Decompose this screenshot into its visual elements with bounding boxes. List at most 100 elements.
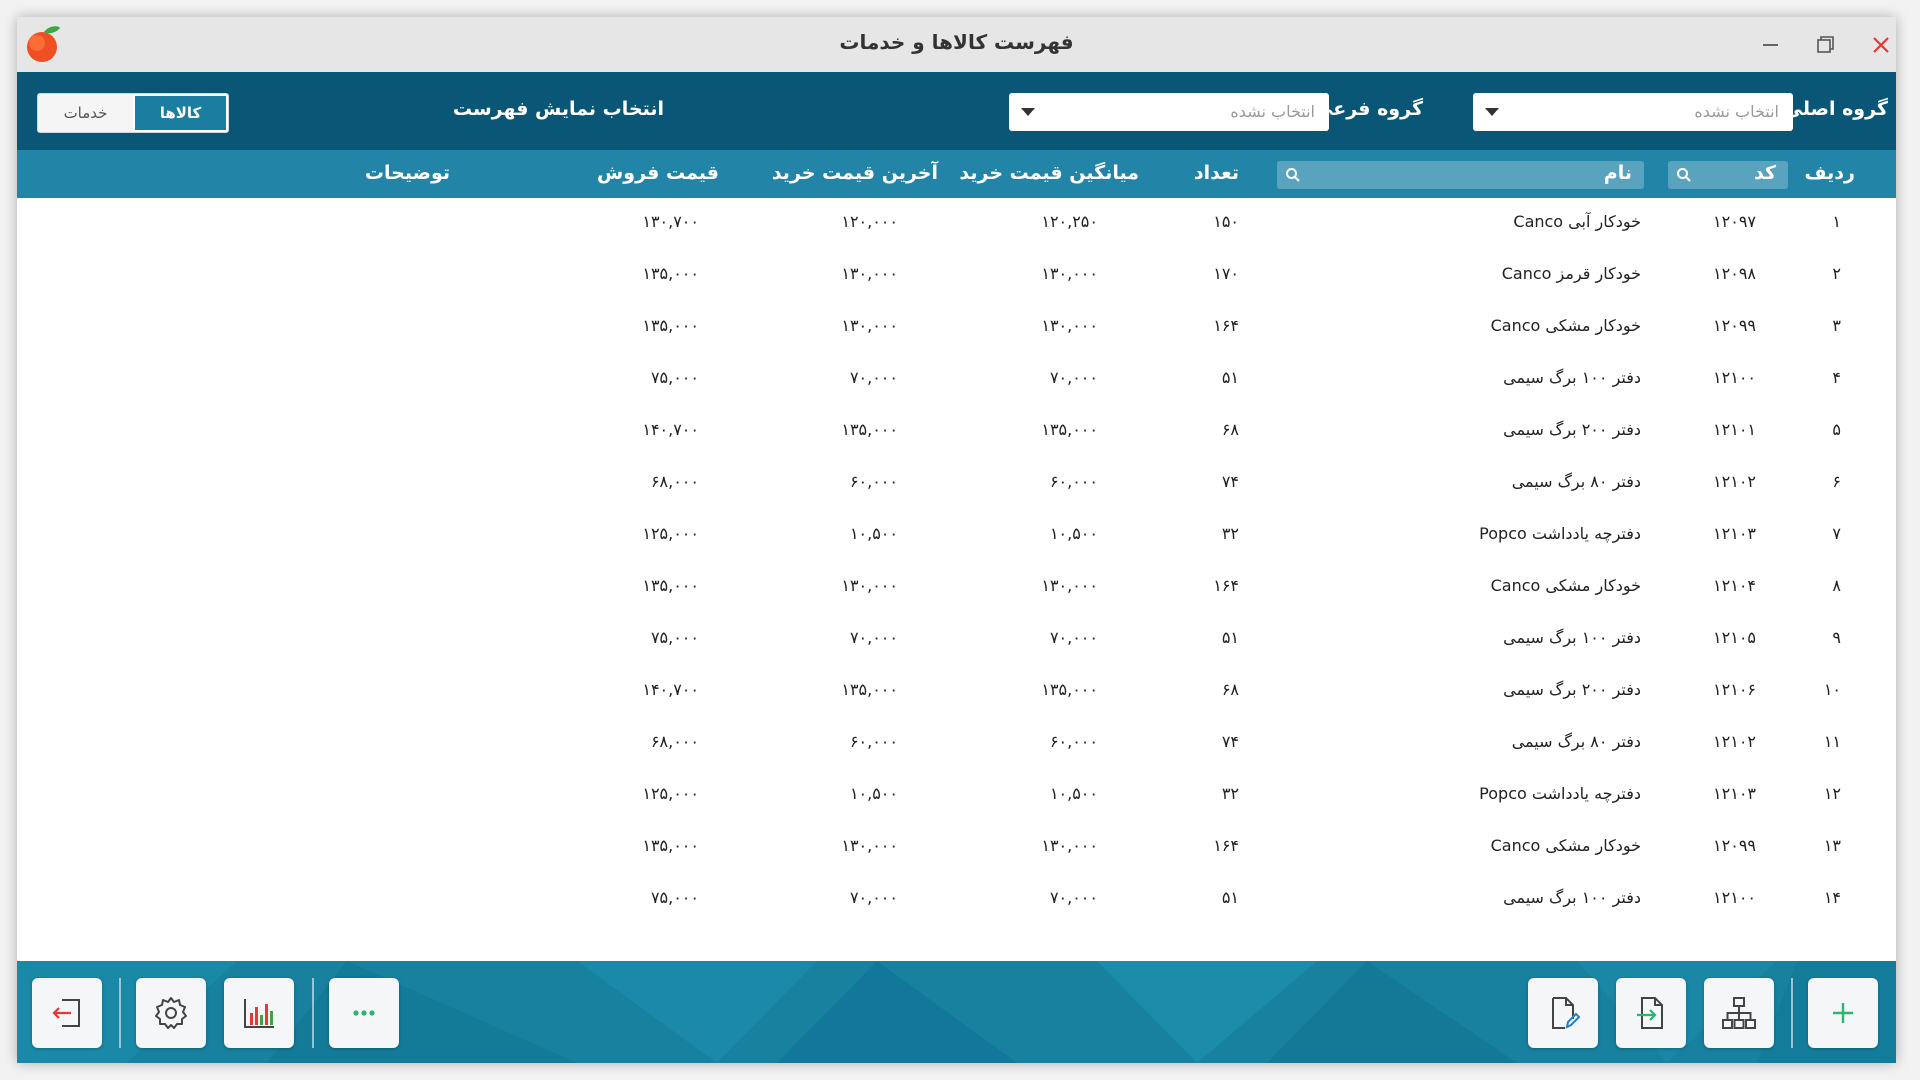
- restore-button[interactable]: [1807, 27, 1843, 63]
- search-icon: [1286, 168, 1300, 182]
- cell-code: ۱۲۱۰۰: [1713, 888, 1756, 907]
- cell-last-buy: ۶۰,۰۰۰: [849, 732, 898, 751]
- more-options-button[interactable]: [329, 978, 399, 1048]
- cell-name: خودکار قرمز Canco: [1501, 264, 1641, 283]
- cell-row: ۱۱: [1823, 732, 1841, 751]
- column-header-last-buy[interactable]: آخرین قیمت خرید: [772, 162, 938, 184]
- cell-sell: ۱۳۵,۰۰۰: [642, 576, 699, 595]
- cell-avg-buy: ۶۰,۰۰۰: [1049, 472, 1098, 491]
- search-icon: [1677, 168, 1691, 182]
- table-row[interactable]: ۷ ۱۲۱۰۳ دفترچه یادداشت Popco ۳۲ ۱۰,۵۰۰ ۱…: [17, 510, 1896, 562]
- column-header-code: کد: [1753, 162, 1776, 184]
- add-icon: [1833, 1003, 1853, 1023]
- table-header: ردیف کد نام تعداد میانگین قیمت خرید آخری…: [17, 150, 1896, 198]
- cell-avg-buy: ۱۳۰,۰۰۰: [1041, 264, 1098, 283]
- cell-sell: ۱۲۵,۰۰۰: [642, 524, 699, 543]
- window-title: فهرست کالاها و خدمات: [839, 30, 1074, 54]
- cell-avg-buy: ۶۰,۰۰۰: [1049, 732, 1098, 751]
- cell-avg-buy: ۱۳۵,۰۰۰: [1041, 420, 1098, 439]
- cell-avg-buy: ۱۳۰,۰۰۰: [1041, 316, 1098, 335]
- cell-name: دفترچه یادداشت Popco: [1479, 524, 1641, 543]
- code-search-box[interactable]: کد: [1668, 161, 1788, 189]
- cell-row: ۱۳: [1823, 836, 1841, 855]
- exit-button[interactable]: [32, 978, 102, 1048]
- cell-qty: ۱۶۴: [1213, 576, 1239, 595]
- cell-avg-buy: ۱۳۰,۰۰۰: [1041, 836, 1098, 855]
- table-row[interactable]: ۱۳ ۱۲۰۹۹ خودکار مشکی Canco ۱۶۴ ۱۳۰,۰۰۰ ۱…: [17, 822, 1896, 874]
- cell-avg-buy: ۷۰,۰۰۰: [1049, 368, 1098, 387]
- cell-row: ۲: [1832, 264, 1841, 283]
- cell-last-buy: ۱۰,۵۰۰: [849, 524, 898, 543]
- cell-code: ۱۲۱۰۰: [1713, 368, 1756, 387]
- cell-avg-buy: ۷۰,۰۰۰: [1049, 888, 1098, 907]
- cell-qty: ۶۸: [1221, 680, 1239, 699]
- cell-code: ۱۲۱۰۲: [1713, 472, 1756, 491]
- cell-code: ۱۲۰۹۸: [1713, 264, 1756, 283]
- cell-last-buy: ۷۰,۰۰۰: [849, 368, 898, 387]
- exit-icon: [52, 999, 80, 1027]
- chevron-down-icon: [1021, 108, 1035, 116]
- reports-button[interactable]: [224, 978, 294, 1048]
- cell-qty: ۶۸: [1221, 420, 1239, 439]
- table-row[interactable]: ۴ ۱۲۱۰۰ دفتر ۱۰۰ برگ سیمی ۵۱ ۷۰,۰۰۰ ۷۰,۰…: [17, 354, 1896, 406]
- cell-row: ۷: [1832, 524, 1841, 543]
- bottom-toolbar: [17, 961, 1896, 1063]
- table-row[interactable]: ۱۴ ۱۲۱۰۰ دفتر ۱۰۰ برگ سیمی ۵۱ ۷۰,۰۰۰ ۷۰,…: [17, 874, 1896, 926]
- cell-sell: ۱۳۵,۰۰۰: [642, 836, 699, 855]
- chart-icon: [244, 999, 274, 1028]
- categories-button[interactable]: [1704, 978, 1774, 1048]
- name-search-box[interactable]: نام: [1277, 161, 1644, 189]
- mode-goods-button[interactable]: کالاها: [133, 94, 228, 132]
- cell-last-buy: ۱۰,۵۰۰: [849, 784, 898, 803]
- table-row[interactable]: ۱ ۱۲۰۹۷ خودکار آبی Canco ۱۵۰ ۱۲۰,۲۵۰ ۱۲۰…: [17, 198, 1896, 250]
- table-row[interactable]: ۱۱ ۱۲۱۰۲ دفتر ۸۰ برگ سیمی ۷۴ ۶۰,۰۰۰ ۶۰,۰…: [17, 718, 1896, 770]
- cell-name: دفتر ۸۰ برگ سیمی: [1511, 472, 1641, 491]
- cell-last-buy: ۷۰,۰۰۰: [849, 888, 898, 907]
- column-header-sell[interactable]: قیمت فروش: [597, 162, 719, 184]
- table-row[interactable]: ۵ ۱۲۱۰۱ دفتر ۲۰۰ برگ سیمی ۶۸ ۱۳۵,۰۰۰ ۱۳۵…: [17, 406, 1896, 458]
- cell-row: ۵: [1832, 420, 1841, 439]
- add-button[interactable]: [1808, 978, 1878, 1048]
- table-row[interactable]: ۹ ۱۲۱۰۵ دفتر ۱۰۰ برگ سیمی ۵۱ ۷۰,۰۰۰ ۷۰,۰…: [17, 614, 1896, 666]
- cell-row: ۳: [1832, 316, 1841, 335]
- cell-code: ۱۲۱۰۱: [1713, 420, 1756, 439]
- sub-group-label: گروه فرعی: [1314, 98, 1423, 120]
- close-button[interactable]: [1863, 27, 1896, 63]
- toolbar-separator: [1791, 978, 1793, 1048]
- cell-code: ۱۲۱۰۵: [1713, 628, 1756, 647]
- cell-last-buy: ۶۰,۰۰۰: [849, 472, 898, 491]
- table-row[interactable]: ۳ ۱۲۰۹۹ خودکار مشکی Canco ۱۶۴ ۱۳۰,۰۰۰ ۱۳…: [17, 302, 1896, 354]
- column-header-row[interactable]: ردیف: [1805, 162, 1855, 184]
- cell-code: ۱۲۱۰۴: [1713, 576, 1756, 595]
- cell-name: خودکار آبی Canco: [1513, 212, 1641, 231]
- mode-services-button[interactable]: خدمات: [38, 94, 133, 132]
- cell-code: ۱۲۰۹۷: [1713, 212, 1756, 231]
- minimize-button[interactable]: [1752, 27, 1788, 63]
- table-row[interactable]: ۲ ۱۲۰۹۸ خودکار قرمز Canco ۱۷۰ ۱۳۰,۰۰۰ ۱۳…: [17, 250, 1896, 302]
- cell-name: خودکار مشکی Canco: [1490, 836, 1641, 855]
- edit-document-button[interactable]: [1528, 978, 1598, 1048]
- import-button[interactable]: [1616, 978, 1686, 1048]
- cell-qty: ۱۷۰: [1213, 264, 1239, 283]
- column-header-avg-buy[interactable]: میانگین قیمت خرید: [959, 162, 1139, 184]
- cell-last-buy: ۱۳۰,۰۰۰: [841, 316, 898, 335]
- main-group-select[interactable]: انتخاب نشده: [1473, 93, 1793, 131]
- filter-bar: گروه اصلی انتخاب نشده گروه فرعی انتخاب ن…: [17, 72, 1896, 150]
- cell-qty: ۳۲: [1221, 784, 1239, 803]
- cell-avg-buy: ۱۳۵,۰۰۰: [1041, 680, 1098, 699]
- cell-qty: ۱۵۰: [1213, 212, 1239, 231]
- column-header-desc[interactable]: توضیحات: [365, 162, 450, 184]
- table-row[interactable]: ۱۰ ۱۲۱۰۶ دفتر ۲۰۰ برگ سیمی ۶۸ ۱۳۵,۰۰۰ ۱۳…: [17, 666, 1896, 718]
- cell-code: ۱۲۱۰۳: [1713, 524, 1756, 543]
- cell-last-buy: ۱۳۵,۰۰۰: [841, 420, 898, 439]
- cell-qty: ۵۱: [1221, 628, 1239, 647]
- column-header-qty[interactable]: تعداد: [1194, 162, 1239, 184]
- chevron-down-icon: [1485, 108, 1499, 116]
- sub-group-select[interactable]: انتخاب نشده: [1009, 93, 1329, 131]
- table-row[interactable]: ۸ ۱۲۱۰۴ خودکار مشکی Canco ۱۶۴ ۱۳۰,۰۰۰ ۱۳…: [17, 562, 1896, 614]
- cell-name: دفتر ۱۰۰ برگ سیمی: [1503, 888, 1641, 907]
- table-row[interactable]: ۱۲ ۱۲۱۰۳ دفترچه یادداشت Popco ۳۲ ۱۰,۵۰۰ …: [17, 770, 1896, 822]
- table-row[interactable]: ۶ ۱۲۱۰۲ دفتر ۸۰ برگ سیمی ۷۴ ۶۰,۰۰۰ ۶۰,۰۰…: [17, 458, 1896, 510]
- restore-icon: [1817, 36, 1834, 53]
- settings-button[interactable]: [136, 978, 206, 1048]
